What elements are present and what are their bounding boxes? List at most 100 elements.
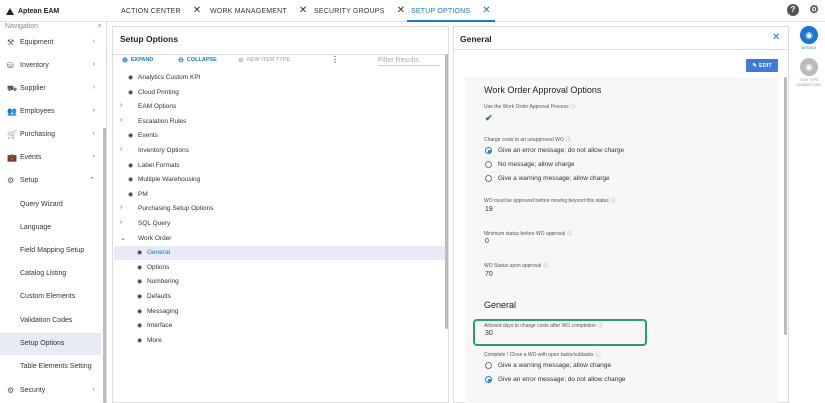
sidebar-item-supplier[interactable]: ⛟ Supplier › xyxy=(0,78,101,100)
tab-work-management[interactable]: WORK MANAGEMENT ✕ xyxy=(210,0,307,22)
tree-item[interactable]: ⌄ Work Order xyxy=(114,232,447,246)
tree-item-label: Label Formats xyxy=(138,161,180,169)
tree-item[interactable]: ◉ Interface xyxy=(114,319,447,333)
chevron-right-icon: › xyxy=(92,61,95,68)
tree-item-label: PM xyxy=(138,190,148,198)
app-logo[interactable]: Aptean EAM xyxy=(6,5,59,17)
chevron-down-icon[interactable]: ⌄ xyxy=(120,234,126,242)
item-type-submissions-button[interactable]: ◉ xyxy=(800,58,818,76)
form-scrollbar[interactable] xyxy=(784,77,787,335)
tree-item[interactable]: ◉ Multiple Warehousing xyxy=(114,173,447,187)
field-label-approved-before: WO must be approved before moving beyond… xyxy=(484,197,616,204)
tab-action-center[interactable]: ACTION CENTER ✕ xyxy=(121,0,201,22)
tab-label: ACTION CENTER xyxy=(121,7,181,15)
chevron-right-icon[interactable]: › xyxy=(120,102,122,109)
tree-item[interactable]: ◉ Cloud Printing xyxy=(114,86,447,100)
info-icon[interactable]: ⓘ xyxy=(543,263,548,269)
tree-item[interactable]: ◉ Messaging xyxy=(114,305,447,319)
radio-no-message-allow[interactable]: No message; allow charge xyxy=(485,161,575,168)
radio-warning-allow-change[interactable]: Give a warning message; allow change xyxy=(485,362,611,369)
tree-item[interactable]: ◉ Events xyxy=(114,129,447,143)
expand-button[interactable]: ⊕ EXPAND xyxy=(122,56,153,64)
settings-form: Work Order Approval Options Use the Work… xyxy=(465,77,778,403)
sidebar-item-equipment[interactable]: ⚒ Equipment › xyxy=(0,32,101,54)
info-icon[interactable]: ⓘ xyxy=(611,198,616,204)
radio-button[interactable] xyxy=(485,175,492,182)
tree-item[interactable]: ◉ PM xyxy=(114,188,447,202)
radio-button[interactable] xyxy=(485,362,492,369)
info-icon[interactable]: ⓘ xyxy=(571,104,576,110)
chevron-right-icon[interactable]: › xyxy=(120,117,122,124)
sidebar-item-setup[interactable]: ⚙ Setup ⌃ xyxy=(0,170,101,192)
tree-item[interactable]: ◉ General xyxy=(114,246,447,261)
chevron-right-icon[interactable]: › xyxy=(120,204,122,211)
sidebar-item-events[interactable]: 💼 Events › xyxy=(0,147,101,169)
collapse-button[interactable]: ⊖ COLLAPSE xyxy=(178,56,217,64)
sidebar-item-label: Employees xyxy=(20,108,55,115)
tree-item[interactable]: › Escalation Rules xyxy=(114,115,447,129)
sidebar-subitem-field-mapping-setup[interactable]: Field Mapping Setup xyxy=(0,240,101,262)
tree-item[interactable]: › Purchasing Setup Options xyxy=(114,202,447,216)
sidebar-subitem-catalog-listing[interactable]: Catalog Listing xyxy=(0,263,101,285)
tree-item[interactable]: ◉ Options xyxy=(114,261,447,275)
sidebar-scrollbar[interactable] xyxy=(103,128,106,403)
info-icon[interactable]: ⓘ xyxy=(566,137,571,143)
tree-item[interactable]: ◉ Analytics Custom KPI xyxy=(114,71,447,85)
radio-error-no-change[interactable]: Give an error message; do not allow chan… xyxy=(485,376,626,383)
tree-item[interactable]: › EAM Options xyxy=(114,100,447,114)
details-button[interactable]: ◉ xyxy=(800,26,818,44)
tree-item[interactable]: ◉ Label Formats xyxy=(114,159,447,173)
more-options-icon[interactable]: ⋮ xyxy=(331,55,339,64)
radio-button[interactable] xyxy=(485,147,492,154)
sidebar-item-label: Inventory xyxy=(20,62,49,69)
radio-label: No message; allow charge xyxy=(498,161,575,168)
chevron-right-icon[interactable]: › xyxy=(120,219,122,226)
info-icon[interactable]: ⓘ xyxy=(596,352,601,358)
tree-item[interactable]: › SQL Query xyxy=(114,217,447,231)
search-icon[interactable]: ⌕ xyxy=(98,21,102,31)
radio-button[interactable] xyxy=(485,376,492,383)
sidebar-subitem-validation-codes[interactable]: Validation Codes xyxy=(0,310,101,332)
tab-label: WORK MANAGEMENT xyxy=(210,7,287,15)
expand-label: EXPAND xyxy=(130,57,154,63)
sidebar-subitem-setup-options[interactable]: Setup Options xyxy=(0,333,101,355)
tree-item[interactable]: › Inventory Options xyxy=(114,144,447,158)
close-icon[interactable]: ✕ xyxy=(299,6,308,16)
edit-button[interactable]: ✎ EDIT xyxy=(746,59,778,72)
sidebar-item-label: Query Wizard xyxy=(20,201,63,208)
tree-scrollbar[interactable] xyxy=(445,54,448,329)
close-icon[interactable]: ✕ xyxy=(482,6,491,16)
new-item-type-button[interactable]: ⊕ NEW ITEM TYPE xyxy=(238,56,290,64)
sidebar-subitem-table-elements-setting[interactable]: Table Elements Setting xyxy=(0,356,101,378)
sidebar-subitem-custom-elements[interactable]: Custom Elements xyxy=(0,286,101,308)
close-icon[interactable]: ✕ xyxy=(772,32,780,43)
sidebar-subitem-query-wizard[interactable]: Query Wizard xyxy=(0,194,101,216)
sidebar-item-inventory[interactable]: ⛁ Inventory › xyxy=(0,55,101,77)
chevron-right-icon[interactable]: › xyxy=(120,146,122,153)
radio-error-no-charge[interactable]: Give an error message; do not allow char… xyxy=(485,147,624,154)
tab-setup-options[interactable]: SETUP OPTIONS ✕ xyxy=(407,0,495,22)
radio-button[interactable] xyxy=(485,161,492,168)
sidebar-item-label: Catalog Listing xyxy=(20,270,67,277)
close-icon[interactable]: ✕ xyxy=(397,6,406,16)
tab-security-groups[interactable]: SECURITY GROUPS ✕ xyxy=(314,0,405,22)
tree-item[interactable]: ◉ Defaults xyxy=(114,290,447,304)
gear-icon: ⚙ xyxy=(7,386,15,395)
info-icon[interactable]: ⓘ xyxy=(567,231,572,237)
tree-item-label: Cloud Printing xyxy=(138,88,179,96)
sidebar-item-employees[interactable]: 👥 Employees › xyxy=(0,101,101,123)
filter-input[interactable]: Filter Results xyxy=(378,57,440,66)
settings-icon[interactable]: ⚙ xyxy=(808,4,820,16)
add-icon: ⊕ xyxy=(238,57,244,64)
chevron-right-icon: › xyxy=(92,84,95,91)
tree-item[interactable]: ◉ Numbering xyxy=(114,275,447,289)
sidebar-subitem-language[interactable]: Language xyxy=(0,217,101,239)
help-icon[interactable]: ? xyxy=(787,4,799,16)
sidebar-item-security[interactable]: ⚙ Security › xyxy=(0,380,101,402)
sidebar-item-purchasing[interactable]: 🛒 Purchasing › xyxy=(0,124,101,146)
close-icon[interactable]: ✕ xyxy=(193,6,202,16)
tree-item[interactable]: ◉ More xyxy=(114,334,447,348)
search-input[interactable]: Navigation xyxy=(5,23,38,30)
radio-warning-allow[interactable]: Give a warning message; allow charge xyxy=(485,175,610,182)
eye-icon: ◉ xyxy=(128,162,134,169)
